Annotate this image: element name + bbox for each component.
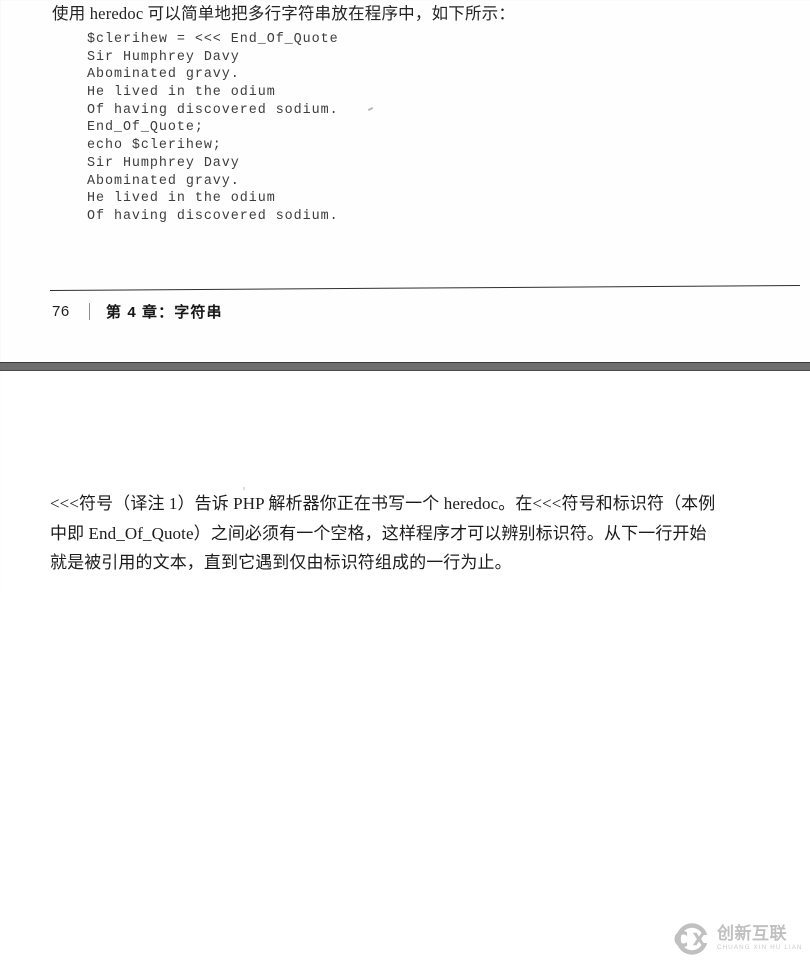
code-line: He lived in the odium — [87, 85, 276, 101]
footer-divider-rule — [49, 285, 800, 293]
watermark-chinese-name: 创新互联 — [717, 924, 787, 944]
scanned-book-page-bottom: <<<符号（译注 1）告诉 PHP 解析器你正在书写一个 heredoc。在<<… — [0, 371, 810, 955]
code-line: Sir Humphrey Davy — [87, 155, 240, 171]
page-heading-text: 使用 heredoc 可以简单地把多行字符串放在程序中，如下所示： — [52, 4, 516, 23]
page-separator-band — [0, 362, 810, 371]
page-footer: 76 第 4 章：字符串 — [52, 299, 223, 323]
paragraph-line: <<<符号（译注 1）告诉 PHP 解析器你正在书写一个 heredoc。在<<… — [50, 494, 716, 513]
code-line: Sir Humphrey Davy — [87, 49, 240, 65]
paragraph-line: 中即 End_Of_Quote）之间必须有一个空格，这样程序才可以辨别标识符。从… — [50, 523, 707, 543]
chapter-title: 第 4 章：字符串 — [105, 303, 223, 321]
watermark-text-group: 创新互联 CHUANG XIN HU LIAN — [717, 925, 803, 951]
code-line: $clerihew = <<< End_Of_Quote — [87, 32, 339, 47]
code-line: End_Of_Quote; — [87, 120, 204, 136]
code-line: echo $clerihew; — [87, 138, 222, 154]
scanned-book-page-top: 使用 heredoc 可以简单地把多行字符串放在程序中，如下所示： $cleri… — [0, 0, 810, 363]
cx-logo-icon — [674, 921, 710, 957]
code-line: Abominated gravy. — [87, 173, 240, 189]
watermark-pinyin: CHUANG XIN HU LIAN — [717, 944, 803, 952]
footer-separator-bar — [88, 302, 90, 320]
explanatory-paragraph: <<<符号（译注 1）告诉 PHP 解析器你正在书写一个 heredoc。在<<… — [50, 489, 780, 578]
page-number: 76 — [52, 302, 70, 320]
code-line: He lived in the odium — [87, 191, 276, 207]
code-listing: $clerihew = <<< End_Of_Quote Sir Humphrey… — [87, 31, 339, 226]
site-watermark: 创新互联 CHUANG XIN HU LIAN — [674, 916, 804, 961]
footer-rule-line — [49, 285, 800, 292]
paragraph-line: 就是被引用的文本，直到它遇到仅由标识符组成的一行为止。 — [50, 553, 512, 572]
code-line: Abominated gravy. — [87, 67, 240, 83]
scan-ink-speck — [367, 106, 374, 112]
code-line: Of having discovered sodium. — [87, 208, 339, 224]
code-line: Of having discovered sodium. — [87, 102, 339, 118]
